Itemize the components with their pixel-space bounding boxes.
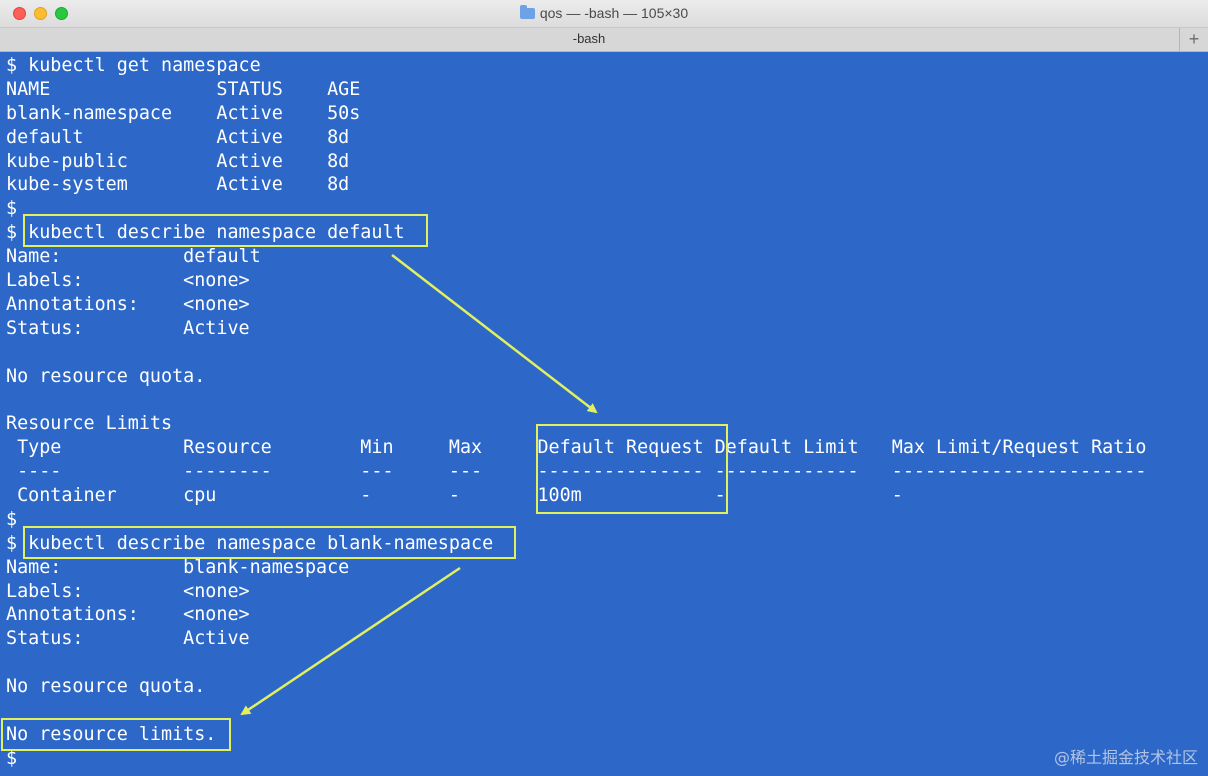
highlight-describe-default bbox=[23, 214, 428, 247]
tab-bash[interactable]: -bash bbox=[0, 31, 1178, 46]
terminal-line: Annotations: <none> bbox=[6, 293, 250, 315]
new-tab-button[interactable]: + bbox=[1179, 28, 1208, 51]
terminal-line: kube-public Active 8d bbox=[6, 150, 350, 172]
window-title: qos — -bash — 105×30 bbox=[539, 5, 689, 21]
terminal-line: Name: default bbox=[6, 246, 261, 268]
highlight-default-request bbox=[536, 424, 728, 514]
highlight-no-limits bbox=[1, 718, 231, 751]
highlight-describe-blank bbox=[23, 526, 516, 559]
tab-bar: -bash + bbox=[0, 28, 1208, 52]
terminal-line: Labels: <none> bbox=[6, 270, 250, 292]
terminal-line: NAME STATUS AGE bbox=[6, 78, 361, 100]
terminal-line: Status: Active bbox=[6, 317, 250, 339]
title-bar: qos — -bash — 105×30 bbox=[0, 0, 1208, 28]
terminal-line: kube-system Active 8d bbox=[6, 174, 350, 196]
terminal-output[interactable]: $ kubectl get namespace NAME STATUS AGE bl… bbox=[6, 54, 1146, 771]
terminal-line: No resource quota. bbox=[6, 365, 206, 387]
window-title-wrap: qos — -bash — 105×30 bbox=[0, 5, 1208, 21]
terminal-line: No resource quota. bbox=[6, 676, 206, 698]
watermark: @稀土掘金技术社区 bbox=[1053, 748, 1198, 767]
terminal-line: Annotations: <none> bbox=[6, 604, 250, 626]
folder-icon bbox=[519, 5, 535, 19]
terminal-line: default Active 8d bbox=[6, 126, 350, 148]
terminal-line: $ kubectl get namespace bbox=[6, 55, 261, 76]
terminal-line: Name: blank-namespace bbox=[6, 556, 350, 578]
terminal-line: Status: Active bbox=[6, 628, 250, 650]
terminal-line: Labels: <none> bbox=[6, 580, 250, 602]
terminal-line: blank-namespace Active 50s bbox=[6, 102, 361, 124]
